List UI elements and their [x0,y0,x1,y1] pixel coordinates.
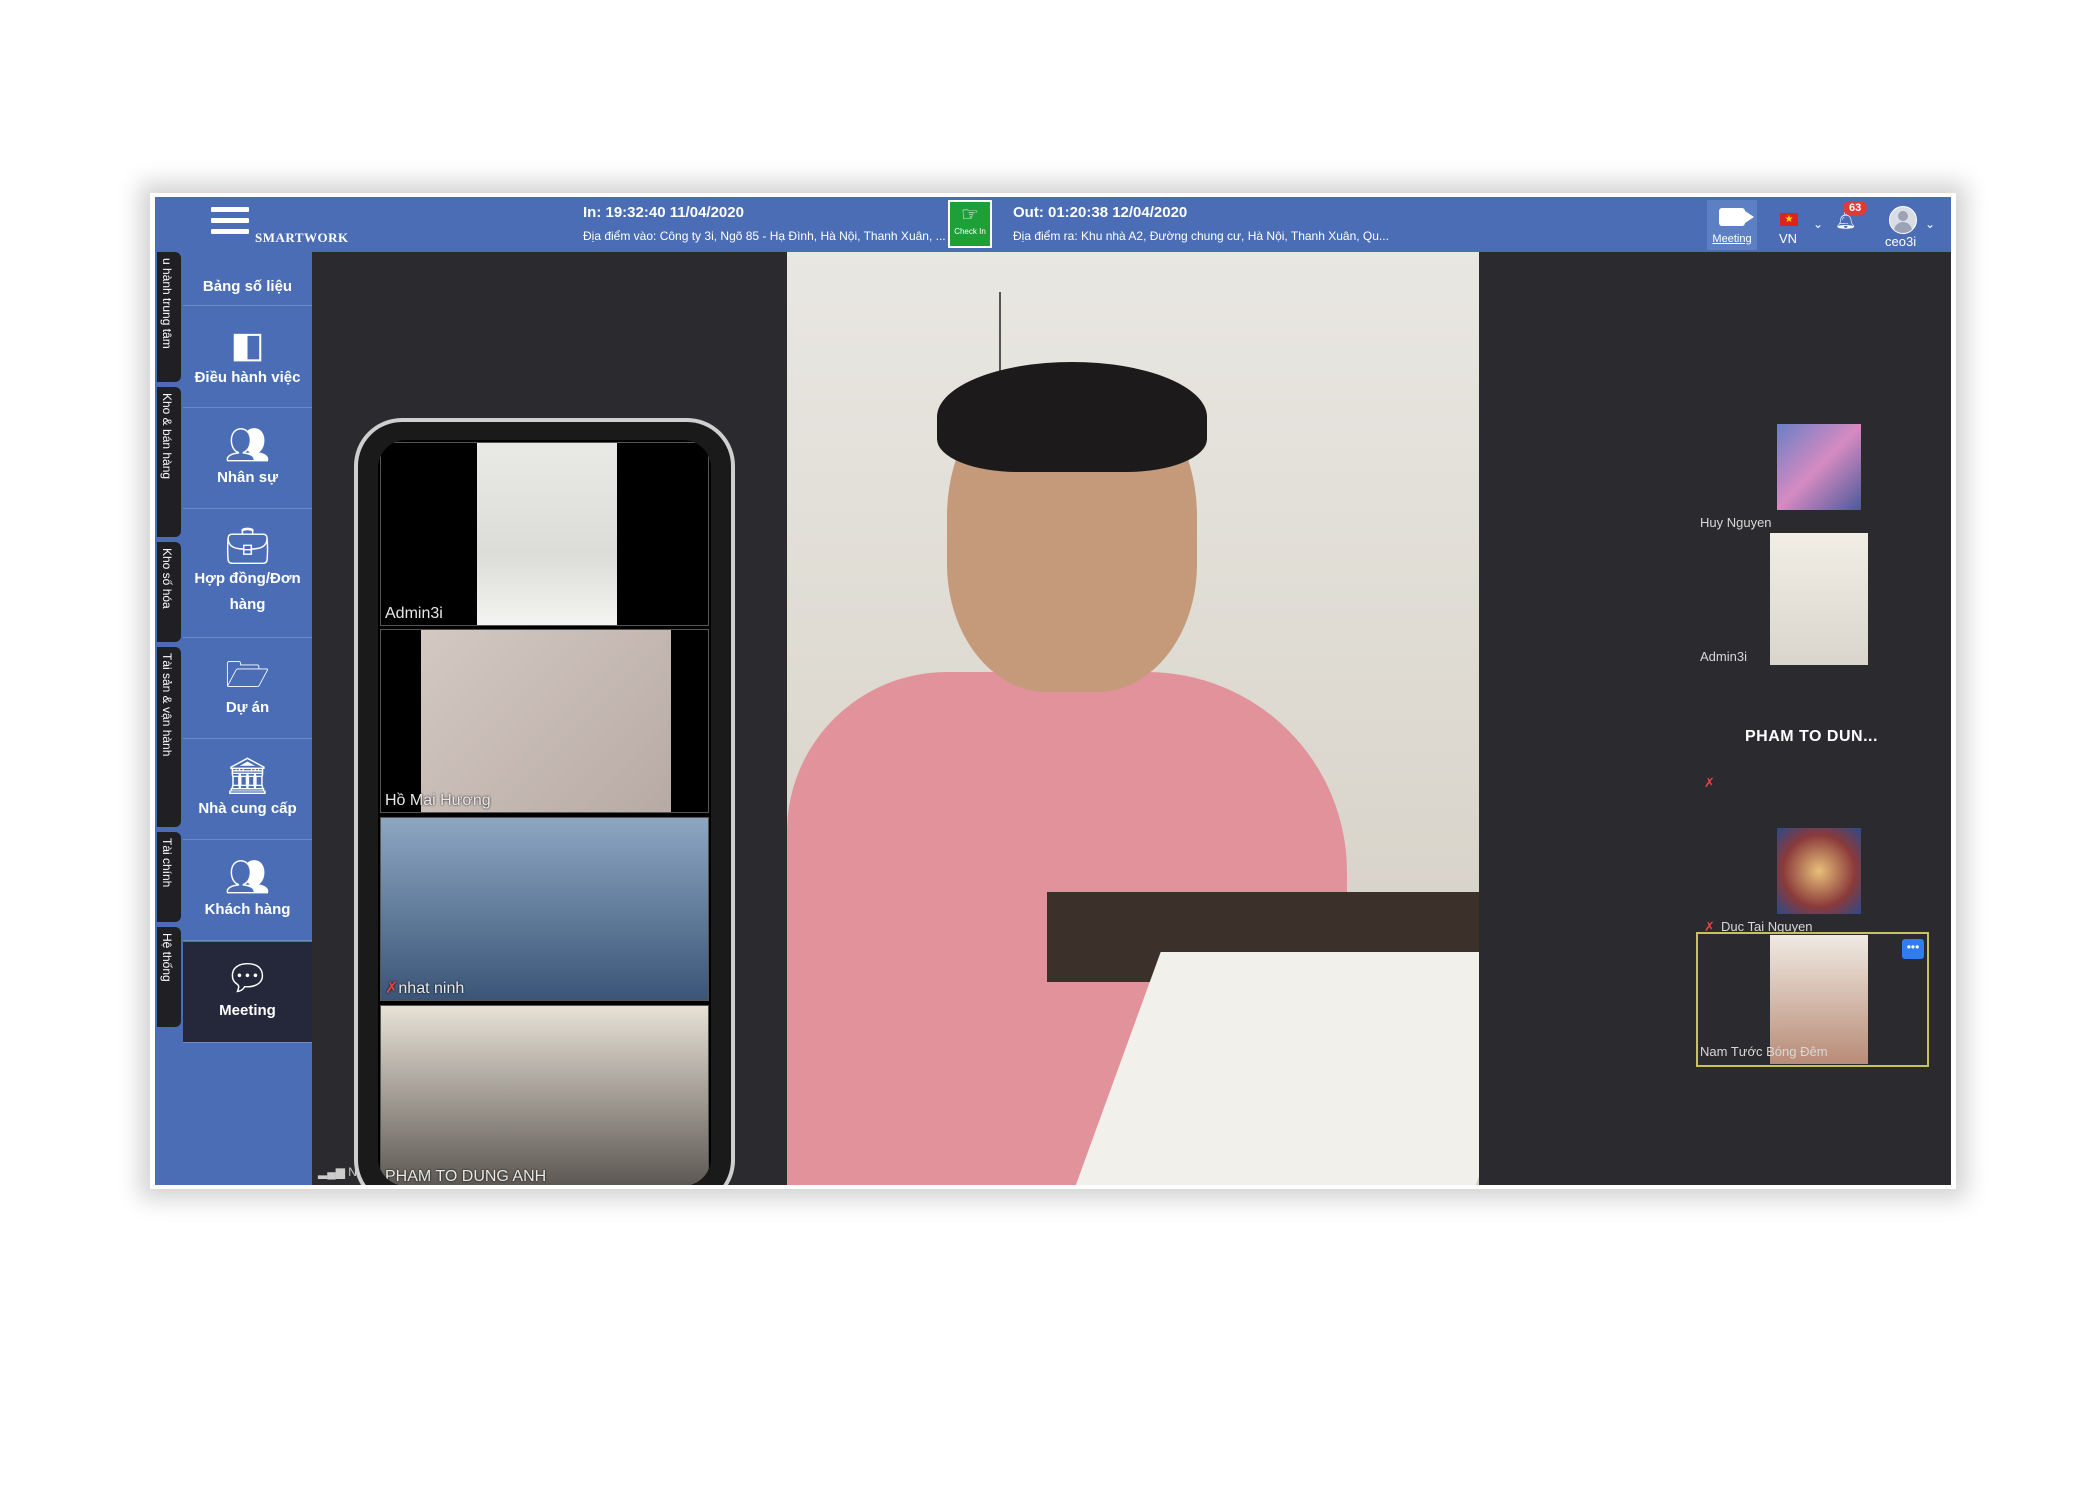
menu-item-tasks[interactable]: ◧ Điều hành việc [183,307,312,408]
folder-icon: 🗁 [225,654,270,695]
language-label[interactable]: VN [1779,231,1797,246]
phone-video-tile[interactable]: Hồ Mai Hương [380,629,709,813]
hamburger-icon[interactable] [211,207,249,243]
participant-name: PHAM TO DUNG ANH [385,1168,547,1185]
participant-thumbnail[interactable] [1777,424,1861,510]
module-rail: u hành trung tâm Kho & bán hàng Kho số h… [155,252,183,1042]
participant-video [477,443,617,625]
check-in-label: Check In [954,227,986,236]
board-icon: ◧ [230,324,265,365]
participant-name: Hồ Mai Hương [385,792,491,809]
chevron-down-icon[interactable]: ⌄ [1925,217,1935,231]
participant-name: Huy Nguyen [1700,515,1772,530]
participant-name: Nam Tước Bóng Đêm [1700,1044,1828,1059]
rail-tab-assets[interactable]: Tài sản & vận hành [157,647,181,827]
meeting-button[interactable]: Meeting [1707,200,1757,250]
phone-video-tile[interactable]: ✗nhat ninh [380,817,709,1001]
participant-thumbnail[interactable] [1777,828,1861,914]
video-camera-icon [1719,208,1754,226]
chat-bubble-icon: 💬︎ [224,957,271,998]
menu-item-customers[interactable]: 👥︎ Khách hàng [183,841,312,941]
lamp-wire [999,292,1001,374]
menu-item-dashboard[interactable]: Bảng số liệu [183,252,312,306]
checkin-time: In: 19:32:40 11/04/2020 [583,204,744,221]
checkin-info: In: 19:32:40 11/04/2020 Địa điểm vào: Cô… [583,204,946,243]
bank-icon: 🏛︎ [224,755,271,796]
rail-tab-system[interactable]: Hệ thống [157,927,181,1027]
participant-name: ✗nhat ninh [385,980,465,997]
rail-tab-central[interactable]: u hành trung tâm [157,252,181,382]
participant-name-large: PHAM TO DUN... [1745,728,1878,745]
vietnam-flag-icon[interactable]: ★ [1780,213,1798,226]
participant-thumbnail[interactable] [1770,533,1868,665]
meeting-button-label: Meeting [1712,233,1752,245]
more-options-button[interactable]: ••• [1902,939,1924,959]
user-avatar[interactable] [1889,206,1917,234]
phone-video-tile[interactable]: PHAM TO DUNG ANH [380,1005,709,1185]
checkout-time: Out: 01:20:38 12/04/2020 [1013,204,1188,221]
app-window: SMARTWORK In: 19:32:40 11/04/2020 Địa đi… [155,197,1951,1185]
menu-item-meeting[interactable]: 💬︎ Meeting [183,942,312,1043]
checkout-location: Địa điểm ra: Khu nhà A2, Đường chung cư,… [1013,229,1389,243]
notification-badge: 63 [1843,201,1868,215]
menu-item-suppliers[interactable]: 🏛︎ Nhà cung cấp [183,740,312,840]
top-bar: SMARTWORK In: 19:32:40 11/04/2020 Địa đi… [155,197,1951,252]
speaker-hair [937,362,1207,472]
people-icon: 👥︎ [224,856,271,897]
brand-logo: SMARTWORK [255,230,349,245]
briefcase-icon: 💼︎ [224,525,271,566]
participant-name: Admin3i [385,605,443,622]
phone-video-tile[interactable]: Admin3i [380,442,709,626]
check-in-button[interactable]: ☞ Check In [948,200,992,248]
menu-item-hr[interactable]: 👥︎ Nhân sự [183,409,312,509]
phone-screen: Admin3i Hồ Mai Hương ✗nhat ninh PHAM TO … [378,440,711,1185]
participant-video [421,630,671,812]
checkin-location: Địa điểm vào: Công ty 3i, Ngõ 85 - Hạ Đì… [583,229,946,243]
hand-pointer-icon: ☞ [961,204,979,226]
mic-muted-icon: ✗ [385,980,399,997]
mic-muted-icon: ✗ [1704,775,1715,790]
participant-name: Admin3i [1700,649,1747,664]
chevron-down-icon[interactable]: ⌄ [1813,217,1823,231]
phone-mockup: Admin3i Hồ Mai Hương ✗nhat ninh PHAM TO … [354,418,735,1185]
menu-item-contracts[interactable]: 💼︎ Hợp đồng/Đơn hàng [183,510,312,638]
people-icon: 👥︎ [224,424,271,465]
active-speaker-video[interactable] [787,252,1479,1185]
rail-tab-digital[interactable]: Kho số hóa [157,542,181,642]
username[interactable]: ceo3i [1885,234,1916,249]
rail-tab-sales[interactable]: Kho & bán hàng [157,387,181,537]
menu-item-projects[interactable]: 🗁 Dự án [183,639,312,739]
rail-tab-finance[interactable]: Tài chính [157,832,181,922]
signal-icon: ▂▄▆ [318,1165,349,1179]
checkout-info: Out: 01:20:38 12/04/2020 Địa điểm ra: Kh… [1013,204,1389,243]
